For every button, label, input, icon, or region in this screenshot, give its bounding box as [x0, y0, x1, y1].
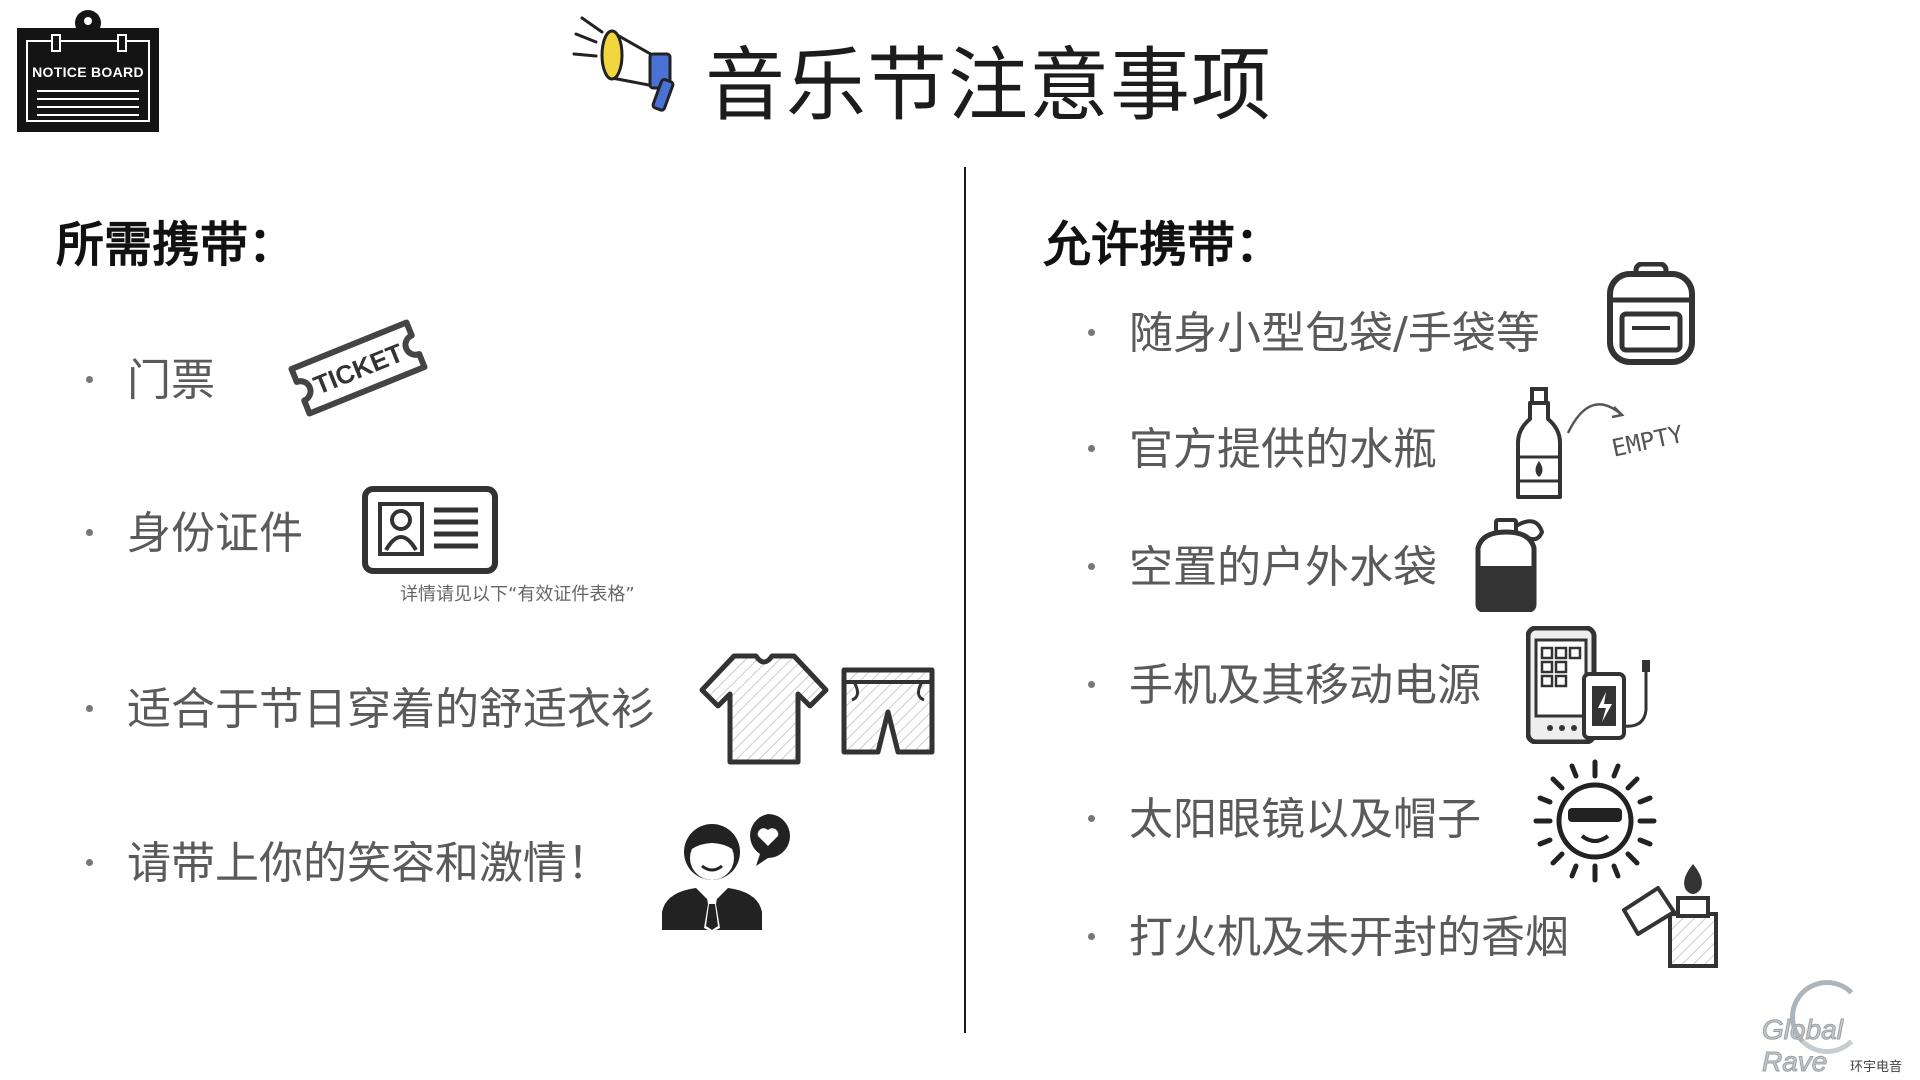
- phone-powerbank-icon: [1526, 626, 1650, 744]
- allowed-items-heading: 允许携带：: [1043, 217, 1284, 273]
- list-item: 空置的户外水袋: [1088, 542, 1437, 594]
- bullet: [86, 858, 93, 866]
- brand-logo: Global Rave 环宇电音: [1762, 980, 1912, 1078]
- list-item: 适合于节日穿着的舒适衣衫: [86, 684, 655, 736]
- list-item: 太阳眼镜以及帽子: [1088, 794, 1481, 846]
- bullet: [86, 704, 93, 712]
- list-item-text: 空置的户外水袋: [1129, 542, 1437, 593]
- list-item-text: 手机及其移动电源: [1129, 660, 1481, 711]
- list-item-text: 请带上你的笑容和激情！: [127, 838, 611, 889]
- list-item-text: 太阳眼镜以及帽子: [1129, 794, 1481, 845]
- list-item: 手机及其移动电源: [1088, 660, 1481, 712]
- bullet: [86, 375, 93, 383]
- list-item: 官方提供的水瓶: [1088, 424, 1437, 476]
- list-item: 门票: [86, 355, 215, 407]
- list-item-text: 适合于节日穿着的舒适衣衫: [127, 684, 655, 735]
- bullet: [86, 528, 93, 536]
- list-item-text: 随身小型包袋/手袋等: [1129, 308, 1540, 359]
- id-note: 详情请见以下“有效证件表格”: [400, 584, 635, 605]
- bullet: [1088, 814, 1095, 822]
- bullet: [1088, 444, 1095, 452]
- list-item: 打火机及未开封的香烟: [1088, 912, 1569, 964]
- notice-board-label: NOTICE BOARD: [32, 64, 144, 80]
- list-item-text: 官方提供的水瓶: [1129, 424, 1437, 475]
- lighter-icon: [1622, 864, 1718, 968]
- list-item-text: 打火机及未开封的香烟: [1129, 912, 1569, 963]
- backpack-icon: [1607, 262, 1695, 365]
- bullet: [1088, 328, 1095, 336]
- id-card-icon: [362, 486, 498, 574]
- bullet: [1088, 562, 1095, 570]
- bullet: [1088, 680, 1095, 688]
- clothes-icon: [699, 653, 935, 765]
- column-divider: [964, 167, 966, 1033]
- brand-logo-subtitle: 环宇电音: [1850, 1060, 1903, 1075]
- list-item-text: 身份证件: [127, 508, 303, 559]
- megaphone-icon: [572, 16, 675, 112]
- list-item: 请带上你的笑容和激情！: [86, 838, 611, 890]
- list-item: 身份证件: [86, 508, 303, 560]
- water-pouch-icon: [1475, 518, 1545, 612]
- smiling-person-icon: [662, 814, 790, 932]
- page-title: 音乐节注意事项: [705, 39, 1272, 132]
- list-item: 随身小型包袋/手袋等: [1088, 308, 1540, 360]
- bullet: [1088, 932, 1095, 940]
- empty-label: EMPTY: [1609, 420, 1686, 463]
- list-item-text: 门票: [127, 355, 215, 406]
- notice-board-icon: NOTICE BOARD: [17, 10, 159, 132]
- water-bottle-icon: EMPTY: [1516, 387, 1686, 499]
- required-items-heading: 所需携带：: [56, 217, 297, 273]
- ticket-icon: TICKET: [288, 319, 428, 417]
